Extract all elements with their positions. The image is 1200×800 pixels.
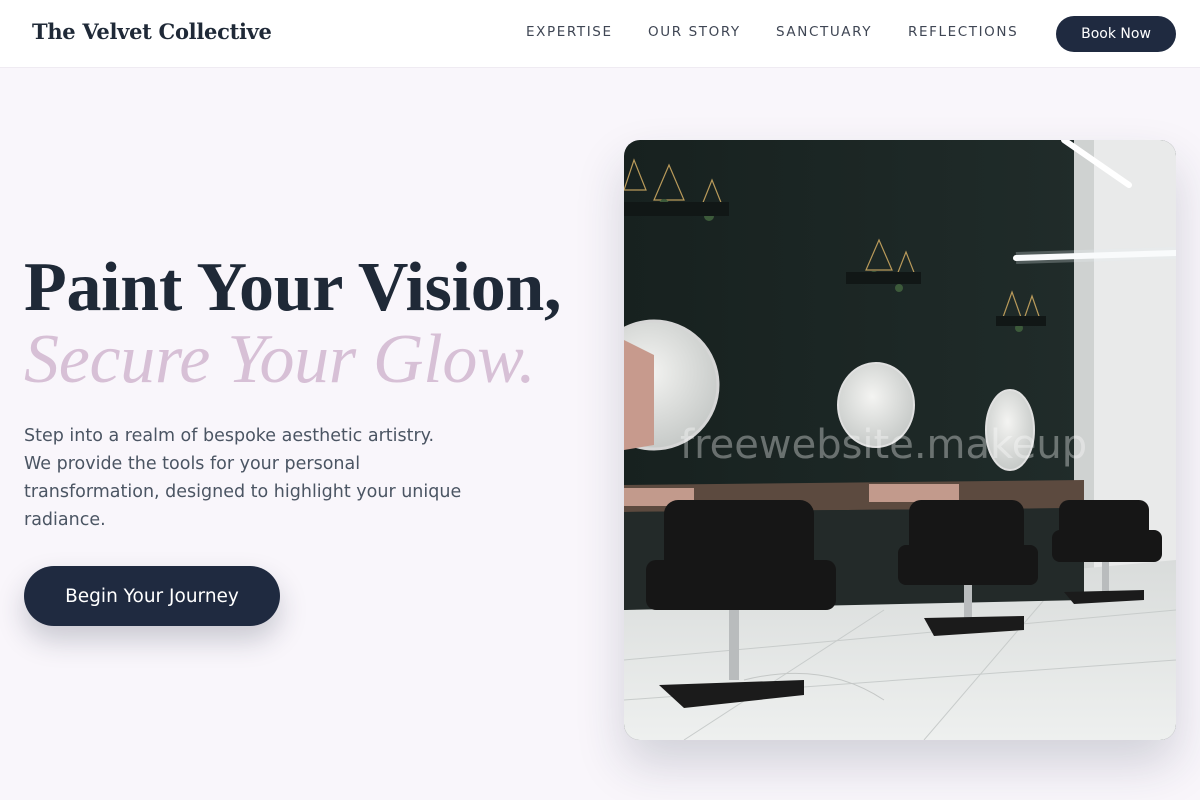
image-watermark: freewebsite.makeup xyxy=(680,422,1087,468)
hero-headline-accent: Secure Your Glow. xyxy=(24,321,536,398)
hero-intro: Step into a realm of bespoke aesthetic a… xyxy=(24,426,462,530)
nav-sanctuary[interactable]: SANCTUARY xyxy=(776,24,872,40)
book-now-button[interactable]: Book Now xyxy=(1056,16,1176,52)
nav-our-story[interactable]: OUR STORY xyxy=(648,24,741,40)
hero-headline: Paint Your Vision, xyxy=(24,249,562,326)
nav-reflections[interactable]: REFLECTIONS xyxy=(908,24,1018,40)
site-header: The Velvet Collective EXPERTISE OUR STOR… xyxy=(0,0,1200,68)
salon-interior-image: freewebsite.makeup xyxy=(624,140,1176,740)
nav-expertise[interactable]: EXPERTISE xyxy=(526,24,613,40)
brand-logo[interactable]: The Velvet Collective xyxy=(32,19,272,44)
begin-journey-button[interactable]: Begin Your Journey xyxy=(24,566,280,626)
